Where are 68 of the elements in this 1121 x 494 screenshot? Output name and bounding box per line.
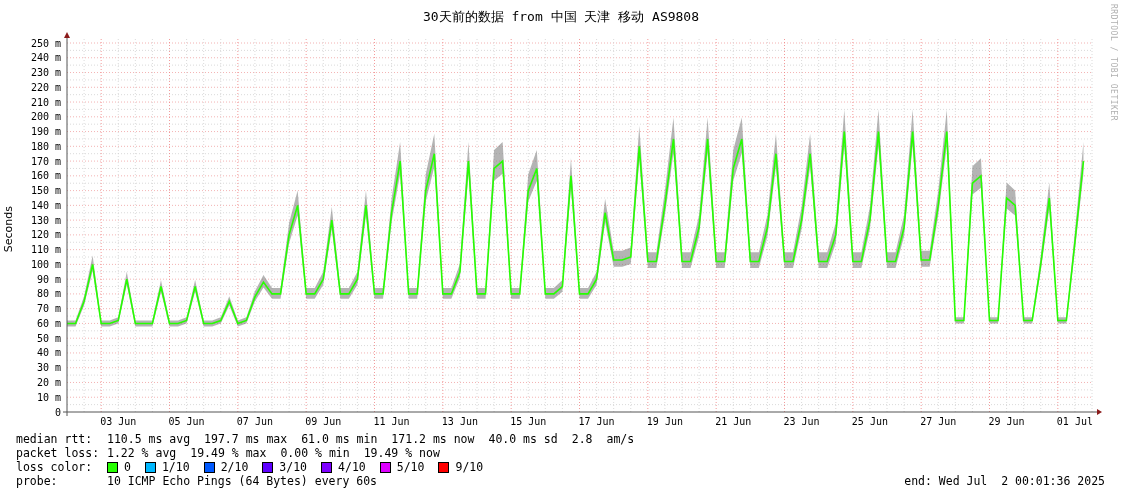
x-tick-label: 05 Jun [168, 416, 205, 427]
y-tick-label: 250 m [30, 37, 61, 49]
y-tick-label: 240 m [30, 52, 61, 64]
legend-label: packet loss: [16, 446, 101, 460]
y-tick-label: 220 m [30, 81, 61, 93]
legend-value: 19.49 % now [363, 446, 440, 460]
y-tick-label: 200 m [30, 111, 61, 123]
y-axis-label: Seconds [1, 205, 15, 253]
y-tick-label: 140 m [30, 199, 61, 211]
legend-label: median rtt: [16, 432, 94, 446]
chart-title: 30天前的数据 from 中国 天津 移动 AS9808 [422, 8, 700, 26]
legend-value: 110.5 ms avg [107, 432, 191, 446]
x-tick-label: 13 Jun [441, 416, 478, 427]
end-time: end: Wed Jul 2 00:01:36 2025 [904, 474, 1105, 488]
legend-value: 10 ICMP Echo Pings (64 Bytes) every 60s [107, 474, 378, 488]
legend-value: 1/10 [161, 460, 190, 474]
y-tick-label: 100 m [30, 258, 61, 270]
y-tick-label: 50 m [36, 332, 61, 344]
y-tick-label: 160 m [30, 170, 61, 182]
y-tick-label: 190 m [30, 126, 61, 138]
y-tick-label: 230 m [30, 67, 61, 78]
legend-value: 3/10 [279, 460, 308, 474]
legend-value: 197.7 ms max [204, 432, 288, 446]
y-tick-label: 10 m [36, 391, 61, 403]
x-tick-label: 11 Jun [373, 416, 410, 427]
legend-value: 0 [124, 460, 131, 474]
x-tick-label: 07 Jun [236, 416, 273, 427]
x-tick-label: 21 Jun [715, 416, 752, 427]
y-tick-label: 60 m [36, 317, 61, 329]
y-tick-label: 0 [54, 406, 61, 418]
legend-value: 2/10 [220, 460, 249, 474]
legend-label: probe: [16, 474, 59, 488]
legend-value: 2.8 [571, 432, 593, 446]
x-tick-label: 03 Jun [100, 416, 137, 427]
x-tick-label: 29 Jun [988, 416, 1025, 427]
x-tick-label: 17 Jun [578, 416, 615, 427]
y-tick-label: 80 m [36, 288, 61, 300]
y-tick-label: 170 m [30, 155, 61, 167]
legend-value: 4/10 [338, 460, 366, 474]
legend-value: am/s [606, 432, 635, 446]
y-tick-label: 90 m [36, 273, 61, 285]
legend-value: 19.49 % max [190, 446, 267, 460]
y-tick-label: 40 m [36, 347, 61, 359]
y-tick-label: 210 m [30, 96, 61, 108]
y-tick-label: 30 m [36, 362, 61, 374]
legend-value: 1.22 % avg [107, 446, 177, 460]
x-tick-label: 15 Jun [510, 416, 547, 427]
legend-value: 9/10 [455, 460, 484, 474]
y-tick-label: 130 m [30, 214, 61, 226]
y-tick-label: 120 m [30, 229, 61, 241]
y-tick-label: 180 m [30, 140, 61, 152]
y-tick-label: 70 m [36, 303, 61, 315]
x-tick-label: 23 Jun [783, 416, 820, 427]
y-tick-label: 20 m [36, 377, 61, 388]
y-tick-label: 150 m [30, 185, 61, 197]
legend-value: 5/10 [396, 460, 425, 474]
x-tick-label: 19 Jun [646, 416, 683, 427]
legend-value: 40.0 ms sd [488, 432, 558, 446]
x-tick-label: 09 Jun [305, 416, 342, 427]
credit-text: RRDTOOL / TOBI OETIKER [1109, 4, 1118, 123]
y-tick-label: 110 m [30, 244, 61, 256]
x-tick-label: 25 Jun [851, 416, 888, 427]
legend-label: loss color: [16, 460, 94, 474]
x-tick-label: 27 Jun [920, 416, 957, 427]
legend-value: 0.00 % min [280, 446, 350, 460]
x-tick-label: 01 Jul [1056, 416, 1093, 427]
legend-value: 171.2 ms now [391, 432, 475, 446]
legend-value: 61.0 ms min [301, 432, 378, 446]
